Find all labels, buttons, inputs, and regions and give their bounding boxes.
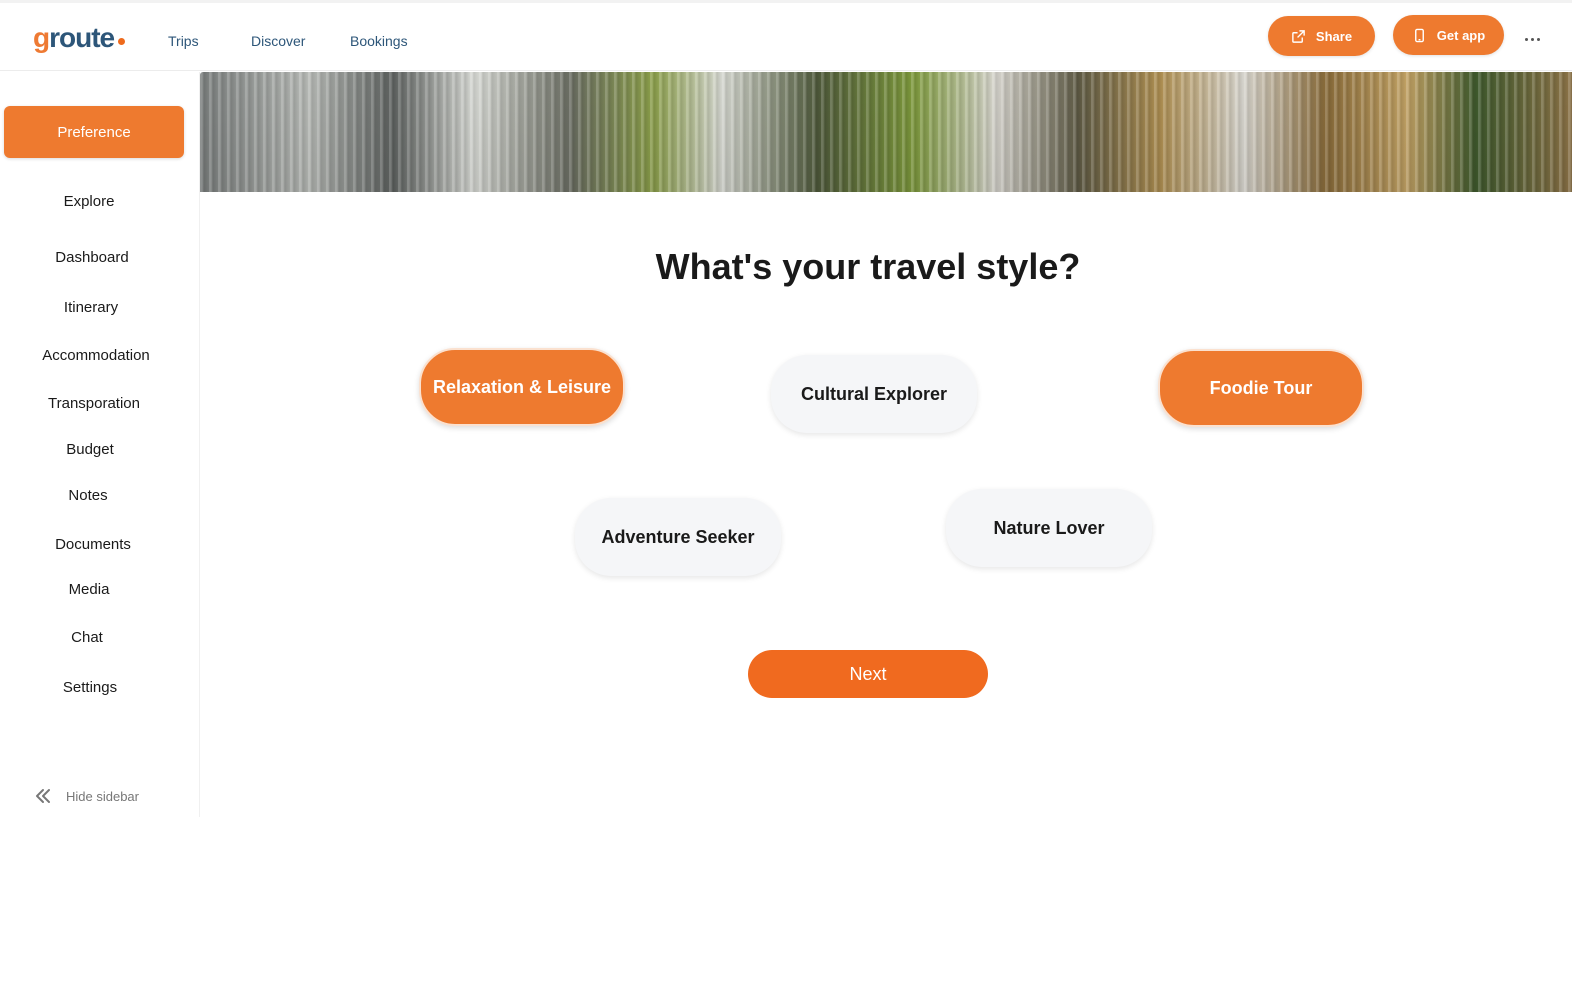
share-label: Share (1315, 28, 1353, 44)
hide-sidebar-label: Hide sidebar (66, 788, 139, 804)
top-header: groute Trips Discover Bookings Share Get… (0, 3, 1572, 71)
sidebar-item-dashboard[interactable]: Dashboard (0, 249, 184, 267)
sidebar-item-accommodation[interactable]: Accommodation (4, 347, 188, 365)
get-app-label: Get app (1436, 27, 1486, 43)
sidebar-item-explore[interactable]: Explore (0, 193, 181, 211)
phone-icon (1414, 28, 1424, 42)
page-title: What's your travel style? (655, 246, 1081, 287)
get-app-button[interactable]: Get app (1393, 15, 1504, 55)
share-button[interactable]: Share (1268, 16, 1375, 56)
hide-sidebar-button[interactable]: Hide sidebar (34, 787, 139, 805)
sidebar-item-settings[interactable]: Settings (0, 679, 182, 697)
logo-dot (118, 38, 126, 45)
sidebar-item-transporation[interactable]: Transporation (2, 395, 186, 413)
nav-bookings[interactable]: Bookings (350, 33, 408, 49)
sidebar-item-itinerary[interactable]: Itinerary (0, 299, 183, 317)
sidebar-item-chat[interactable]: Chat (0, 629, 179, 647)
hero-waterfall-image (200, 72, 1572, 192)
sidebar-item-notes[interactable]: Notes (0, 487, 180, 505)
sidebar-item-documents[interactable]: Documents (1, 536, 185, 554)
option-adventure-seeker[interactable]: Adventure Seeker (575, 498, 781, 576)
option-relaxation-leisure[interactable]: Relaxation & Leisure (419, 348, 625, 426)
option-foodie-tour[interactable]: Foodie Tour (1158, 349, 1364, 427)
double-chevron-left-icon (36, 789, 50, 803)
share-icon (1292, 29, 1305, 43)
nav-trips[interactable]: Trips (168, 33, 199, 49)
sidebar-item-budget[interactable]: Budget (0, 441, 182, 459)
nav-discover[interactable]: Discover (251, 33, 305, 49)
option-nature-lover[interactable]: Nature Lover (946, 489, 1152, 567)
sidebar-item-preference[interactable]: Preference (4, 106, 184, 158)
sidebar-item-media[interactable]: Media (0, 581, 181, 599)
more-horizontal-icon[interactable] (1520, 27, 1544, 51)
sidebar: Preference Explore Dashboard Itinerary A… (0, 72, 200, 817)
next-button[interactable]: Next (748, 650, 988, 698)
groute-logo[interactable]: groute (33, 21, 126, 55)
option-cultural-explorer[interactable]: Cultural Explorer (771, 355, 977, 433)
